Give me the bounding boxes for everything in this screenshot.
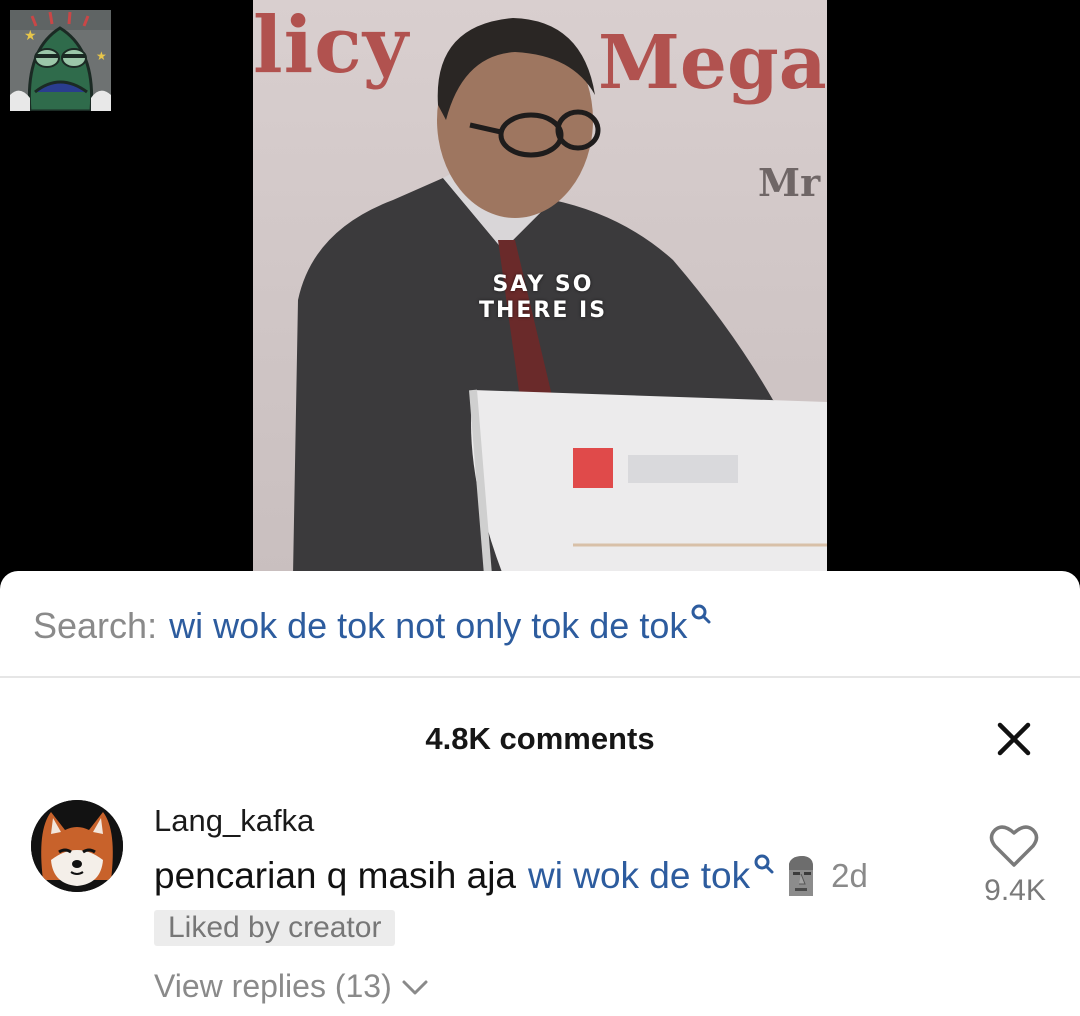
liked-by-creator-badge: Liked by creator [154, 910, 396, 946]
chevron-down-icon [402, 980, 428, 994]
like-count: 9.4K [984, 874, 1046, 907]
close-icon[interactable] [992, 717, 1036, 761]
search-icon [754, 854, 774, 874]
comment-username[interactable]: Lang_kafka [154, 803, 314, 839]
caption-line-1: SAY SO [492, 272, 594, 297]
video-frame: licy Mega Mr SAY SO THERE IS [253, 0, 827, 575]
creator-avatar[interactable]: ★ ★ [10, 10, 111, 111]
caption-line-2: THERE IS [478, 298, 608, 323]
search-suggestion[interactable]: Search: wi wok de tok not only tok de to… [33, 601, 712, 651]
video-caption: SAY SO THERE IS [458, 272, 628, 324]
video-player[interactable]: ★ ★ licy Mega Mr SAY SO THERE IS [0, 0, 1080, 575]
heart-icon[interactable] [989, 823, 1039, 869]
comment-timestamp: 2d [831, 857, 868, 894]
search-query-link[interactable]: wi wok de tok not only tok de tok [169, 605, 687, 647]
search-icon [691, 604, 711, 624]
view-replies-button[interactable]: View replies (13) [154, 968, 430, 1005]
comment-text-plain: pencarian q masih aja [154, 855, 516, 896]
svg-text:★: ★ [96, 49, 107, 63]
moai-emoji-icon [789, 856, 814, 896]
cartoon-fish-avatar-icon: ★ ★ [10, 10, 111, 111]
svg-text:★: ★ [24, 28, 37, 44]
shiba-avatar-icon [31, 800, 123, 892]
comment-search-link[interactable]: wi wok de tok [528, 855, 750, 897]
search-prefix-label: Search: [33, 605, 158, 646]
comments-count-title: 4.8K comments [425, 721, 655, 756]
comment-text: pencarian q masih aja wi wok de tok 2d [154, 854, 868, 898]
view-replies-label: View replies (13) [154, 968, 392, 1004]
divider [0, 676, 1080, 678]
commenter-avatar[interactable] [31, 800, 123, 892]
comments-sheet: Search: wi wok de tok not only tok de to… [0, 571, 1080, 1016]
